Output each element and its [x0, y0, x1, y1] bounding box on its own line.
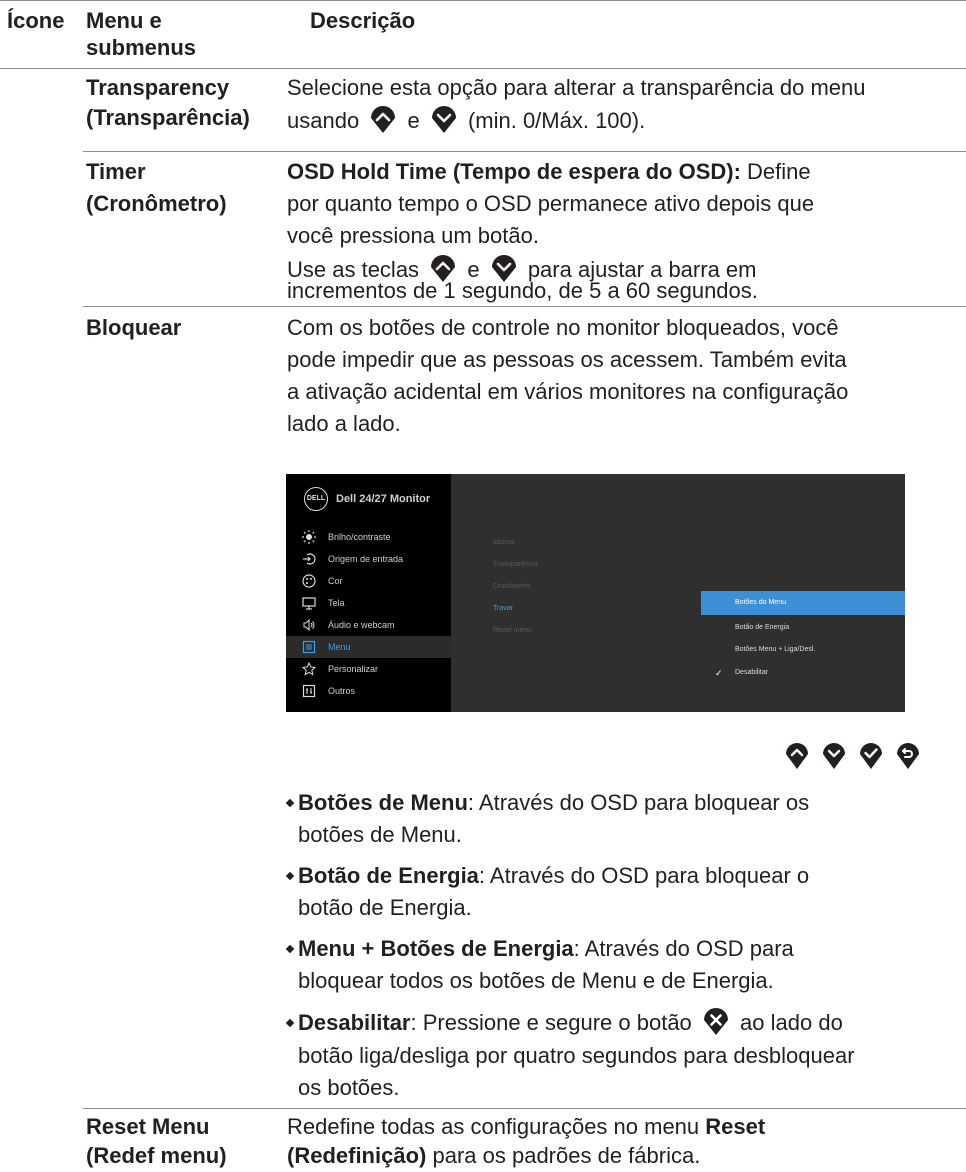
osd-menu-item-color[interactable]: Cor	[286, 570, 451, 592]
check-button-icon	[858, 740, 884, 770]
dell-logo: DELL	[304, 487, 328, 511]
up-button-icon	[784, 740, 810, 770]
display-icon	[302, 596, 316, 610]
osd-menu-item-others[interactable]: Outros	[286, 680, 451, 702]
others-icon	[302, 684, 316, 698]
down-arrow-icon	[429, 104, 459, 134]
osd-title: Dell 24/27 Monitor	[336, 493, 431, 505]
osd-menu-item-menu[interactable]: Menu	[286, 636, 451, 658]
reset-desc-line1: Redefine todas as configurações no menu …	[287, 1114, 766, 1139]
star-icon	[302, 662, 316, 676]
back-button-icon	[895, 740, 921, 770]
row-rule-lock	[83, 1108, 966, 1109]
checkmark-icon: ✓	[715, 668, 723, 678]
osd-menu-item-brightness[interactable]: Brilho/contraste	[286, 526, 451, 548]
transparency-desc-line1: Selecione esta opção para alterar a tran…	[287, 75, 866, 100]
row-rule-transparency	[83, 151, 966, 152]
bullet-dot	[285, 1018, 295, 1028]
header-top-rule	[0, 0, 966, 1]
bullet-menu-power-buttons: Menu + Botões de Energia: Através do OSD…	[285, 933, 927, 965]
osd-menu-item-display[interactable]: Tela	[286, 592, 451, 614]
speaker-icon	[302, 618, 316, 632]
label-transparency-line2: (Transparência)	[86, 105, 250, 130]
osd-submenu-lock[interactable]: Travar	[493, 605, 513, 612]
lock-desc-line2: pode impedir que as pessoas os acessem. …	[287, 347, 847, 372]
osd-submenu-reset-menu[interactable]: Redef menu	[493, 627, 531, 634]
reset-desc-line2: (Redefinição) para os padrões de fábrica…	[287, 1143, 701, 1168]
input-source-icon	[302, 552, 316, 566]
osd-menu-item-audio-webcam[interactable]: Áudio e webcam	[286, 614, 451, 636]
label-lock: Bloquear	[86, 315, 182, 340]
lock-desc-line3: a ativação acidental em vários monitores…	[287, 379, 849, 404]
osd-menu-item-personalize[interactable]: Personalizar	[286, 658, 451, 680]
osd-option-power-button[interactable]: Botão de Energia	[701, 616, 905, 640]
up-arrow-icon	[368, 104, 398, 134]
transparency-desc-line2: usando e (min. 0/Máx. 100).	[287, 104, 645, 137]
bullet-power-button: Botão de Energia: Através do OSD para bl…	[285, 860, 927, 892]
bullet-menu-buttons: Botões de Menu: Através do OSD para bloq…	[285, 787, 927, 819]
header-icon: Ícone	[7, 8, 65, 33]
bullet-disable-line2: botão liga/desliga por quatro segundos p…	[298, 1043, 855, 1068]
bullet-disable-line3: os botões.	[298, 1075, 400, 1100]
osd-submenu-language[interactable]: Idioma	[493, 539, 514, 546]
timer-desc-line1: OSD Hold Time (Tempo de espera do OSD): …	[287, 159, 811, 184]
close-button-icon	[701, 1006, 731, 1036]
osd-submenu-timer[interactable]: Cronômetro	[493, 583, 530, 590]
label-transparency-line1: Transparency	[86, 75, 230, 100]
label-timer-line1: Timer	[86, 159, 146, 184]
osd-screenshot: DELL Dell 24/27 Monitor Brilho/contraste…	[286, 474, 905, 712]
osd-option-menu-buttons[interactable]: Botões do Menu	[701, 591, 905, 615]
label-reset-line1: Reset Menu	[86, 1114, 210, 1139]
osd-main-menu: DELL Dell 24/27 Monitor Brilho/contraste…	[286, 474, 451, 712]
header-menu-line2: submenus	[86, 35, 197, 60]
header-description: Descrição	[310, 8, 416, 33]
header-bottom-rule	[0, 68, 966, 69]
header-menu-line1: Menu e	[86, 8, 162, 33]
osd-option-disable[interactable]: ✓ Desabilitar	[701, 661, 905, 685]
timer-desc-line2: por quanto tempo o OSD permanece ativo d…	[287, 191, 815, 216]
bullet-power-button-line2: botão de Energia.	[298, 895, 472, 920]
label-reset-line2: (Redef menu)	[86, 1143, 227, 1168]
bullet-dot	[285, 871, 295, 881]
brightness-icon	[302, 530, 316, 544]
timer-desc2-line2: incrementos de 1 segundo, de 5 a 60 segu…	[287, 278, 758, 303]
label-timer-line2: (Cronômetro)	[86, 191, 227, 216]
lock-desc-line4: lado a lado.	[287, 411, 401, 436]
bullet-dot	[285, 798, 295, 808]
bullet-menu-buttons-line2: botões de Menu.	[298, 822, 462, 847]
bullet-menu-power-buttons-line2: bloquear todos os botões de Menu e de En…	[298, 968, 774, 993]
menu-icon	[302, 640, 316, 654]
bullet-disable: Desabilitar: Pressione e segure o botão …	[285, 1006, 927, 1039]
down-button-icon	[821, 740, 847, 770]
color-palette-icon	[302, 574, 316, 588]
lock-desc-line1: Com os botões de controle no monitor blo…	[287, 315, 839, 340]
bullet-dot	[285, 944, 295, 954]
osd-menu-item-input-source[interactable]: Origem de entrada	[286, 548, 451, 570]
osd-submenu-transparency[interactable]: Transparência	[493, 561, 538, 568]
osd-option-menu-power-buttons[interactable]: Botões Menu + Liga/Desl.	[701, 638, 905, 662]
